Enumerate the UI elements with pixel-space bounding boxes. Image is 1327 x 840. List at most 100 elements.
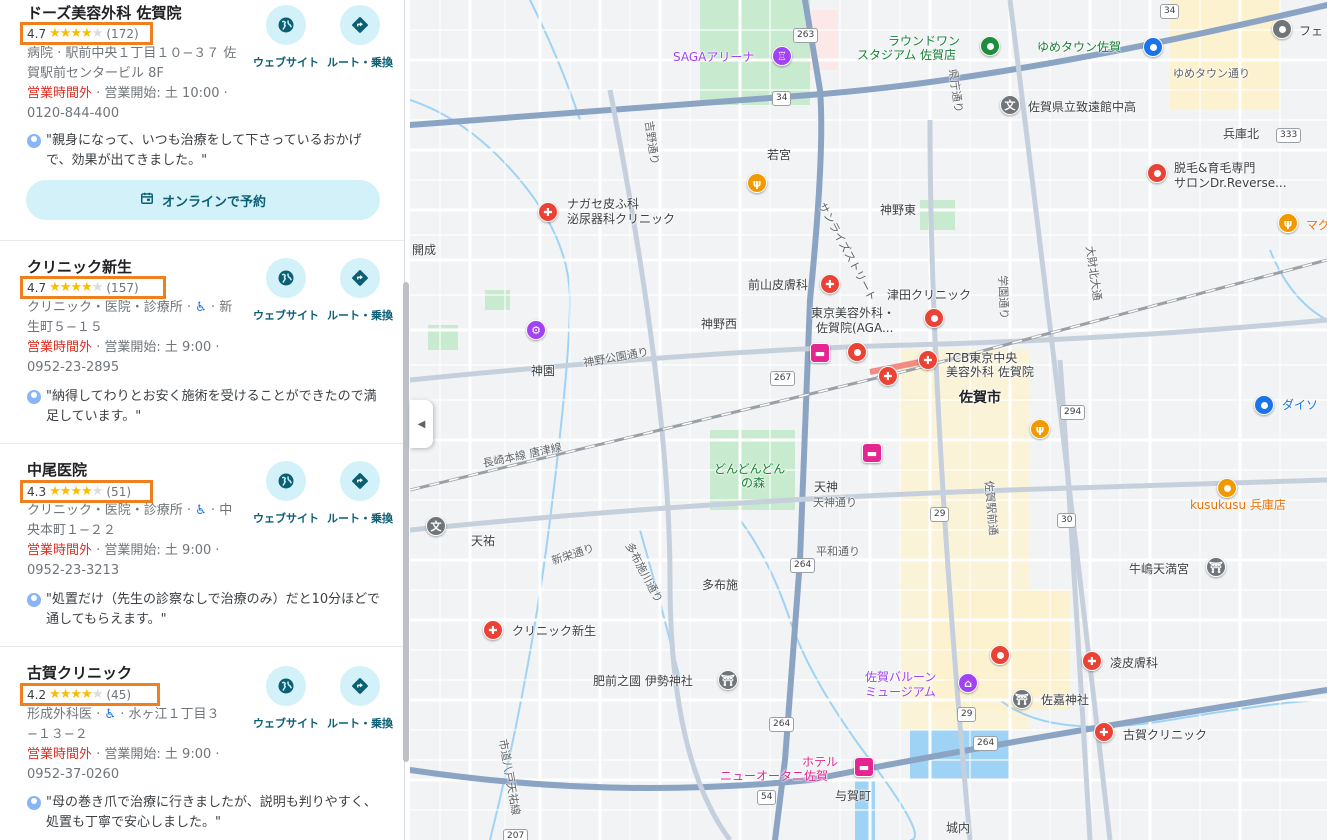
result-title[interactable]: クリニック新生 — [27, 256, 132, 277]
school-icon[interactable]: 文 — [426, 516, 446, 536]
hotel-icon[interactable]: ▬ — [810, 343, 830, 363]
globe-icon — [266, 258, 306, 298]
map-label-nagase[interactable]: ナガセ皮ふ科 — [567, 197, 639, 212]
result-title[interactable]: ドーズ美容外科 佐賀院 — [27, 2, 181, 23]
shopping-bag-icon[interactable] — [1254, 395, 1274, 415]
results-panel[interactable]: ドーズ美容外科 佐賀院 4.7 ★★★★★ (172) 病院 · 駅前中央１丁目… — [0, 0, 405, 840]
school-icon[interactable]: 文 — [1000, 95, 1020, 115]
clinic-pin-icon[interactable]: ✚ — [820, 274, 840, 294]
restaurant-icon[interactable]: ψ — [1278, 213, 1298, 233]
website-label: ウェブサイト — [253, 56, 319, 69]
map-label-clinic-shinsei[interactable]: クリニック新生 — [512, 624, 596, 639]
map-label-kusukusu[interactable]: kusukusu 兵庫店 — [1190, 498, 1286, 513]
directions-button[interactable]: ルート・乗換 — [327, 5, 393, 70]
website-button[interactable]: ウェブサイト — [253, 5, 319, 70]
map-label-balloon[interactable]: 佐賀バルーン — [865, 670, 936, 685]
directions-button[interactable]: ルート・乗換 — [327, 258, 393, 323]
place-pin-icon[interactable] — [1272, 19, 1292, 39]
map-label-koga[interactable]: 古賀クリニック — [1123, 728, 1207, 743]
website-button[interactable]: ウェブサイト — [253, 666, 319, 731]
category-address: クリニック・医院・診療所 · ♿ · 中 — [27, 501, 249, 521]
map-canvas[interactable]: 34 263 34 333 267 294 29 30 264 29 264 5… — [410, 0, 1327, 840]
map-label-sagajinja[interactable]: 佐嘉神社 — [1041, 693, 1089, 708]
map-label-daiso[interactable]: ダイソ — [1282, 398, 1318, 413]
clinic-pin-icon[interactable]: ✚ — [538, 202, 558, 222]
collapse-panel-button[interactable]: ◀ — [410, 400, 433, 448]
directions-button[interactable]: ルート・乗換 — [327, 461, 393, 526]
map-label-balloon-2[interactable]: ミュージアム — [865, 685, 936, 700]
map-label-tcb-2[interactable]: 美容外科 佐賀院 — [946, 365, 1034, 380]
map-label-hotel[interactable]: ホテル — [802, 755, 838, 770]
landmark-icon[interactable]: ⚙ — [526, 320, 546, 340]
clinic-pin-icon[interactable]: ✚ — [918, 350, 938, 370]
clinic-pin-icon[interactable] — [847, 342, 867, 362]
result-card[interactable]: 中尾医院 4.3 ★★★★★ (51) クリニック・医院・診療所 · ♿ · 中… — [0, 444, 404, 647]
shrine-icon[interactable]: ⛩ — [1012, 689, 1032, 709]
map-label-roundone-store[interactable]: スタジアム 佐賀店 — [857, 48, 956, 63]
review-snippet: "納得してわりとお安く施術を受けることができたので満足しています。" — [27, 387, 382, 427]
shopping-bag-icon[interactable] — [1143, 37, 1163, 57]
result-card[interactable]: クリニック新生 4.7 ★★★★★ (157) クリニック・医院・診療所 · ♿… — [0, 241, 404, 444]
map-label-datsumo[interactable]: 脱毛&育毛専門 — [1174, 161, 1255, 176]
recreation-icon[interactable] — [980, 36, 1000, 56]
map-label-dondon-2[interactable]: の森 — [741, 476, 765, 491]
result-title[interactable]: 中尾医院 — [27, 459, 87, 480]
map-label-kannohigashi: 神野東 — [880, 203, 917, 217]
result-title[interactable]: 古賀クリニック — [27, 662, 132, 683]
review-count[interactable]: (45) — [106, 688, 131, 702]
hotel-icon[interactable]: ▬ — [862, 443, 882, 463]
hours-line: 営業時間外 · 営業開始: 土 9:00 · — [27, 338, 249, 358]
road-shield: 333 — [1276, 128, 1302, 143]
map-label-ushijima[interactable]: 牛嶋天満宮 — [1129, 562, 1189, 577]
map-label-saga-arena[interactable]: SAGAアリーナ — [673, 50, 754, 65]
map-label-ryo[interactable]: 凌皮膚科 — [1110, 656, 1158, 671]
shrine-icon[interactable]: ⛩ — [1206, 557, 1226, 577]
book-online-button[interactable]: オンラインで予約 — [26, 180, 380, 220]
result-card[interactable]: 古賀クリニック 4.2 ★★★★★ (45) 形成外科医 · ♿ · 水ヶ江１丁… — [0, 647, 404, 840]
map-label-fe[interactable]: フェ — [1299, 24, 1323, 39]
clinic-pin-icon[interactable] — [990, 645, 1010, 665]
map-label-tokyo-2[interactable]: 佐賀院(AGA... — [816, 321, 893, 336]
result-card[interactable]: ドーズ美容外科 佐賀院 4.7 ★★★★★ (172) 病院 · 駅前中央１丁目… — [0, 0, 404, 241]
map-label-tcb[interactable]: TCB東京中央 — [946, 351, 1017, 366]
map-label-tokyo[interactable]: 東京美容外科・ — [811, 306, 895, 321]
shrine-icon[interactable]: ⛩ — [718, 670, 738, 690]
shop-icon[interactable] — [1217, 478, 1237, 498]
review-count[interactable]: (172) — [106, 27, 138, 41]
arena-icon[interactable]: ♖ — [772, 46, 792, 66]
clinic-pin-icon[interactable]: ✚ — [1094, 722, 1114, 742]
phone-number: 0952-23-3213 — [27, 563, 120, 578]
restaurant-icon[interactable]: ψ — [747, 173, 767, 193]
directions-button[interactable]: ルート・乗換 — [327, 666, 393, 731]
map-label-datsumo-2[interactable]: サロンDr.Reverse... — [1174, 176, 1287, 191]
road-shield: 29 — [930, 507, 950, 522]
website-button[interactable]: ウェブサイト — [253, 258, 319, 323]
review-count[interactable]: (51) — [106, 485, 131, 499]
map-label-dondon[interactable]: どんどんどん — [714, 462, 785, 477]
hotel-icon[interactable]: ▬ — [854, 757, 874, 777]
panel-scrollbar[interactable] — [403, 282, 409, 762]
clinic-pin-icon[interactable]: ✚ — [483, 620, 503, 640]
map-label-maeyama[interactable]: 前山皮膚科 — [748, 278, 808, 293]
review-count[interactable]: (157) — [106, 281, 138, 295]
museum-icon[interactable]: ⌂ — [958, 673, 978, 693]
restaurant-icon[interactable]: ψ — [1030, 419, 1050, 439]
salon-pin-icon[interactable] — [1147, 163, 1167, 183]
clinic-pin-icon[interactable]: ✚ — [1082, 651, 1102, 671]
address-text: · 新 — [206, 300, 233, 315]
map-label-youme[interactable]: ゆめタウン佐賀 — [1037, 40, 1121, 55]
clinic-pin-icon[interactable] — [924, 308, 944, 328]
map-label-hizen[interactable]: 肥前之國 伊勢神社 — [593, 674, 693, 689]
clinic-pin-icon[interactable]: ✚ — [878, 366, 898, 386]
map-label-nagase-2[interactable]: 泌尿器科クリニック — [567, 212, 675, 227]
hours-line: 営業時間外 · 営業開始: 土 10:00 · — [27, 84, 249, 104]
map-label-roundone[interactable]: ラウンドワン — [888, 34, 960, 49]
rating-summary: 4.7 ★★★★★ (157) — [20, 276, 166, 299]
map-label-hotel-2[interactable]: ニューオータニ佐賀 — [720, 769, 828, 784]
road-label-heiwa: 平和通り — [816, 545, 860, 558]
map-label-tsuda[interactable]: 津田クリニック — [887, 288, 971, 303]
category-text: クリニック・医院・診療所 · — [27, 300, 196, 315]
website-button[interactable]: ウェブサイト — [253, 461, 319, 526]
map-label-mag[interactable]: マグ — [1306, 218, 1327, 233]
map-label-chienkan[interactable]: 佐賀県立致遠館中高 — [1028, 100, 1136, 115]
